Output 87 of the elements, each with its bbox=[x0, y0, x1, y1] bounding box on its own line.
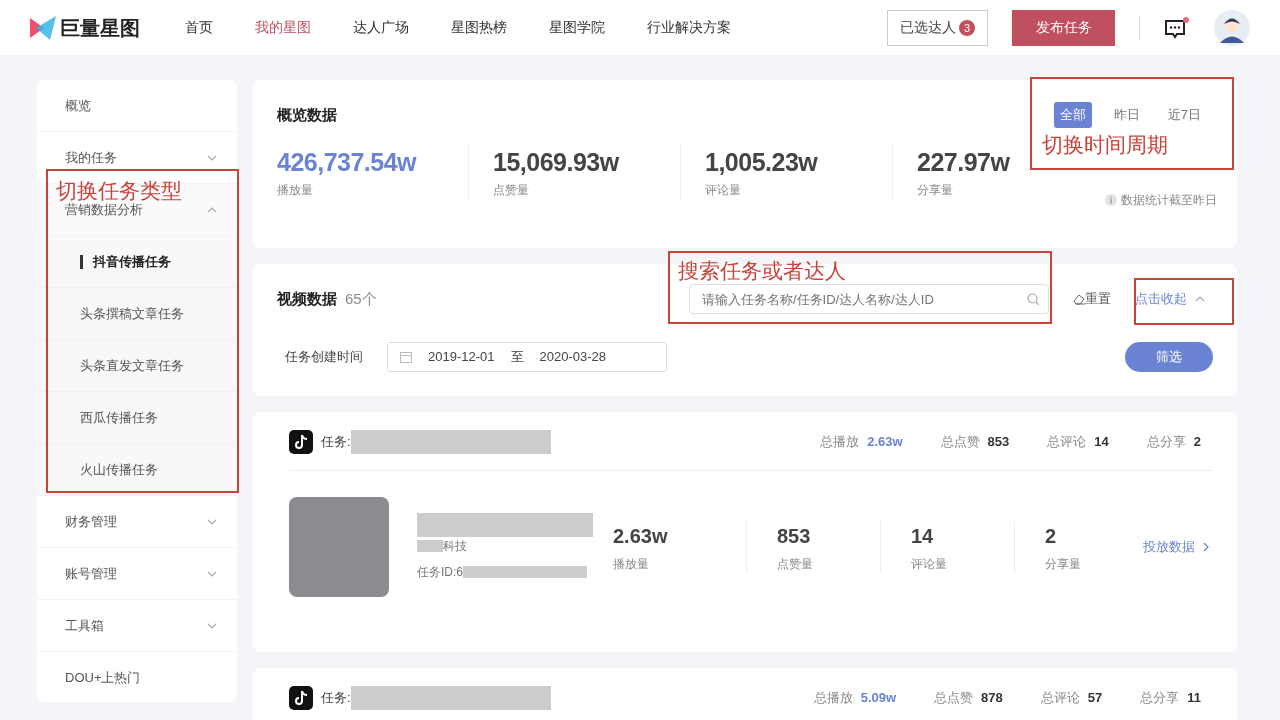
item-count: 65个 bbox=[345, 288, 377, 309]
sidebar-item[interactable]: 工具箱 bbox=[65, 615, 104, 636]
sidebar-item[interactable]: DOU+上热门 bbox=[65, 667, 141, 688]
nav-link[interactable]: 星图热榜 bbox=[430, 17, 528, 38]
avatar-icon[interactable] bbox=[1214, 9, 1250, 46]
task-label: 任务: bbox=[321, 433, 351, 452]
sidebar-item[interactable]: 财务管理 bbox=[65, 511, 117, 532]
total-label: 总评论 bbox=[1040, 689, 1080, 708]
stat-value: 1,005.23w bbox=[705, 146, 818, 178]
reset-link[interactable]: 重置 bbox=[1073, 289, 1111, 309]
date-range-field[interactable]: 2019-12-01 至 2020-03-28 bbox=[387, 342, 667, 372]
eraser-icon bbox=[1073, 293, 1085, 305]
stat-label: 分享量 bbox=[917, 182, 953, 199]
video-thumbnail[interactable] bbox=[289, 497, 389, 597]
stat-label: 播放量 bbox=[277, 182, 313, 199]
stat-label: 播放量 bbox=[613, 556, 650, 573]
sidebar-subitem[interactable]: 火山传播任务 bbox=[37, 444, 237, 496]
sidebar-subitem[interactable]: 西瓜传播任务 bbox=[37, 392, 237, 444]
total-label: 总分享 bbox=[1146, 433, 1186, 452]
active-indicator bbox=[80, 254, 83, 269]
filter-button[interactable]: 筛选 bbox=[1125, 342, 1213, 372]
sidebar-item[interactable]: 账号管理 bbox=[65, 563, 117, 584]
total-label: 总点赞 bbox=[940, 433, 980, 452]
filter-label: 任务创建时间 bbox=[285, 348, 363, 367]
stat-label: 分享量 bbox=[1045, 556, 1082, 573]
redacted-block bbox=[417, 540, 443, 552]
tiktok-logo-icon bbox=[289, 686, 313, 710]
period-tab[interactable]: 近7日 bbox=[1161, 102, 1207, 128]
stat-label: 点赞量 bbox=[493, 182, 529, 199]
sidebar-subitem[interactable]: 头条撰稿文章任务 bbox=[37, 288, 237, 340]
total-value: 57 bbox=[1087, 689, 1103, 708]
sidebar-item[interactable]: 我的任务 bbox=[65, 147, 117, 168]
sidebar-item[interactable]: 概览 bbox=[65, 95, 91, 116]
stat-value: 15,069.93w bbox=[493, 146, 619, 178]
total-label: 总播放 bbox=[813, 689, 853, 708]
nav-link[interactable]: 首页 bbox=[164, 17, 234, 38]
annotation-text: 切换时间周期 bbox=[1042, 132, 1169, 158]
data-note: 数据统计截至昨日 bbox=[1121, 192, 1217, 209]
total-value: 14 bbox=[1094, 433, 1109, 452]
chevron-up-icon bbox=[1195, 295, 1205, 303]
period-tab[interactable]: 昨日 bbox=[1107, 102, 1146, 128]
total-label: 总播放 bbox=[820, 433, 860, 452]
search-icon bbox=[1027, 293, 1039, 305]
stat-value: 426,737.54w bbox=[277, 146, 417, 178]
placement-data-link[interactable]: 投放数据 bbox=[1143, 537, 1209, 557]
selected-talents-button[interactable]: 已选达人 3 bbox=[887, 9, 988, 46]
logo-text: 巨量星图 bbox=[60, 15, 140, 41]
stat-label: 评论量 bbox=[705, 182, 741, 199]
total-value: 2.63w bbox=[867, 433, 903, 452]
section-title: 视频数据 bbox=[277, 288, 337, 309]
stat-value: 14 bbox=[911, 524, 935, 549]
section-title: 概览数据 bbox=[277, 104, 337, 125]
logo-icon bbox=[30, 15, 56, 40]
task-label: 任务: bbox=[321, 689, 351, 708]
search-field[interactable]: 请输入任务名称/任务ID/达人名称/达人ID bbox=[689, 284, 1049, 314]
total-label: 总分享 bbox=[1140, 689, 1180, 708]
stat-label: 点赞量 bbox=[777, 556, 814, 573]
nav-link[interactable]: 达人广场 bbox=[332, 17, 430, 38]
info-icon bbox=[1105, 194, 1117, 206]
sidebar-subitem[interactable]: 头条直发文章任务 bbox=[37, 340, 237, 392]
annotation-text: 切换任务类型 bbox=[56, 178, 183, 203]
company-name: 科技 bbox=[443, 538, 467, 555]
total-label: 总点赞 bbox=[934, 689, 974, 708]
nav-link[interactable]: 星图学院 bbox=[528, 17, 626, 38]
total-value: 878 bbox=[981, 689, 1003, 708]
calendar-icon bbox=[400, 351, 412, 363]
total-label: 总评论 bbox=[1047, 433, 1087, 452]
total-value: 11 bbox=[1187, 689, 1201, 708]
total-value: 853 bbox=[987, 433, 1010, 452]
task-id-label: 任务ID:6 bbox=[417, 564, 463, 581]
publish-task-button[interactable]: 发布任务 bbox=[1012, 9, 1115, 46]
stat-value: 2 bbox=[1045, 524, 1058, 549]
sidebar-subitem[interactable]: 抖音传播任务 bbox=[37, 236, 237, 288]
annotation-text: 搜索任务或者达人 bbox=[678, 258, 847, 284]
nav-link[interactable]: 我的星图 bbox=[234, 17, 332, 38]
total-value: 5.09w bbox=[860, 689, 897, 708]
total-value: 2 bbox=[1193, 433, 1201, 452]
stat-label: 评论量 bbox=[911, 556, 948, 573]
message-icon[interactable] bbox=[1164, 16, 1190, 39]
period-tab[interactable]: 全部 bbox=[1053, 102, 1092, 128]
stat-value: 853 bbox=[777, 524, 812, 549]
collapse-link[interactable]: 点击收起 bbox=[1135, 289, 1205, 309]
chevron-right-icon bbox=[1203, 542, 1209, 552]
stat-value: 2.63w bbox=[613, 524, 669, 549]
tiktok-logo-icon bbox=[289, 430, 313, 454]
nav-link[interactable]: 行业解决方案 bbox=[626, 17, 752, 38]
stat-value: 227.97w bbox=[917, 146, 1010, 178]
